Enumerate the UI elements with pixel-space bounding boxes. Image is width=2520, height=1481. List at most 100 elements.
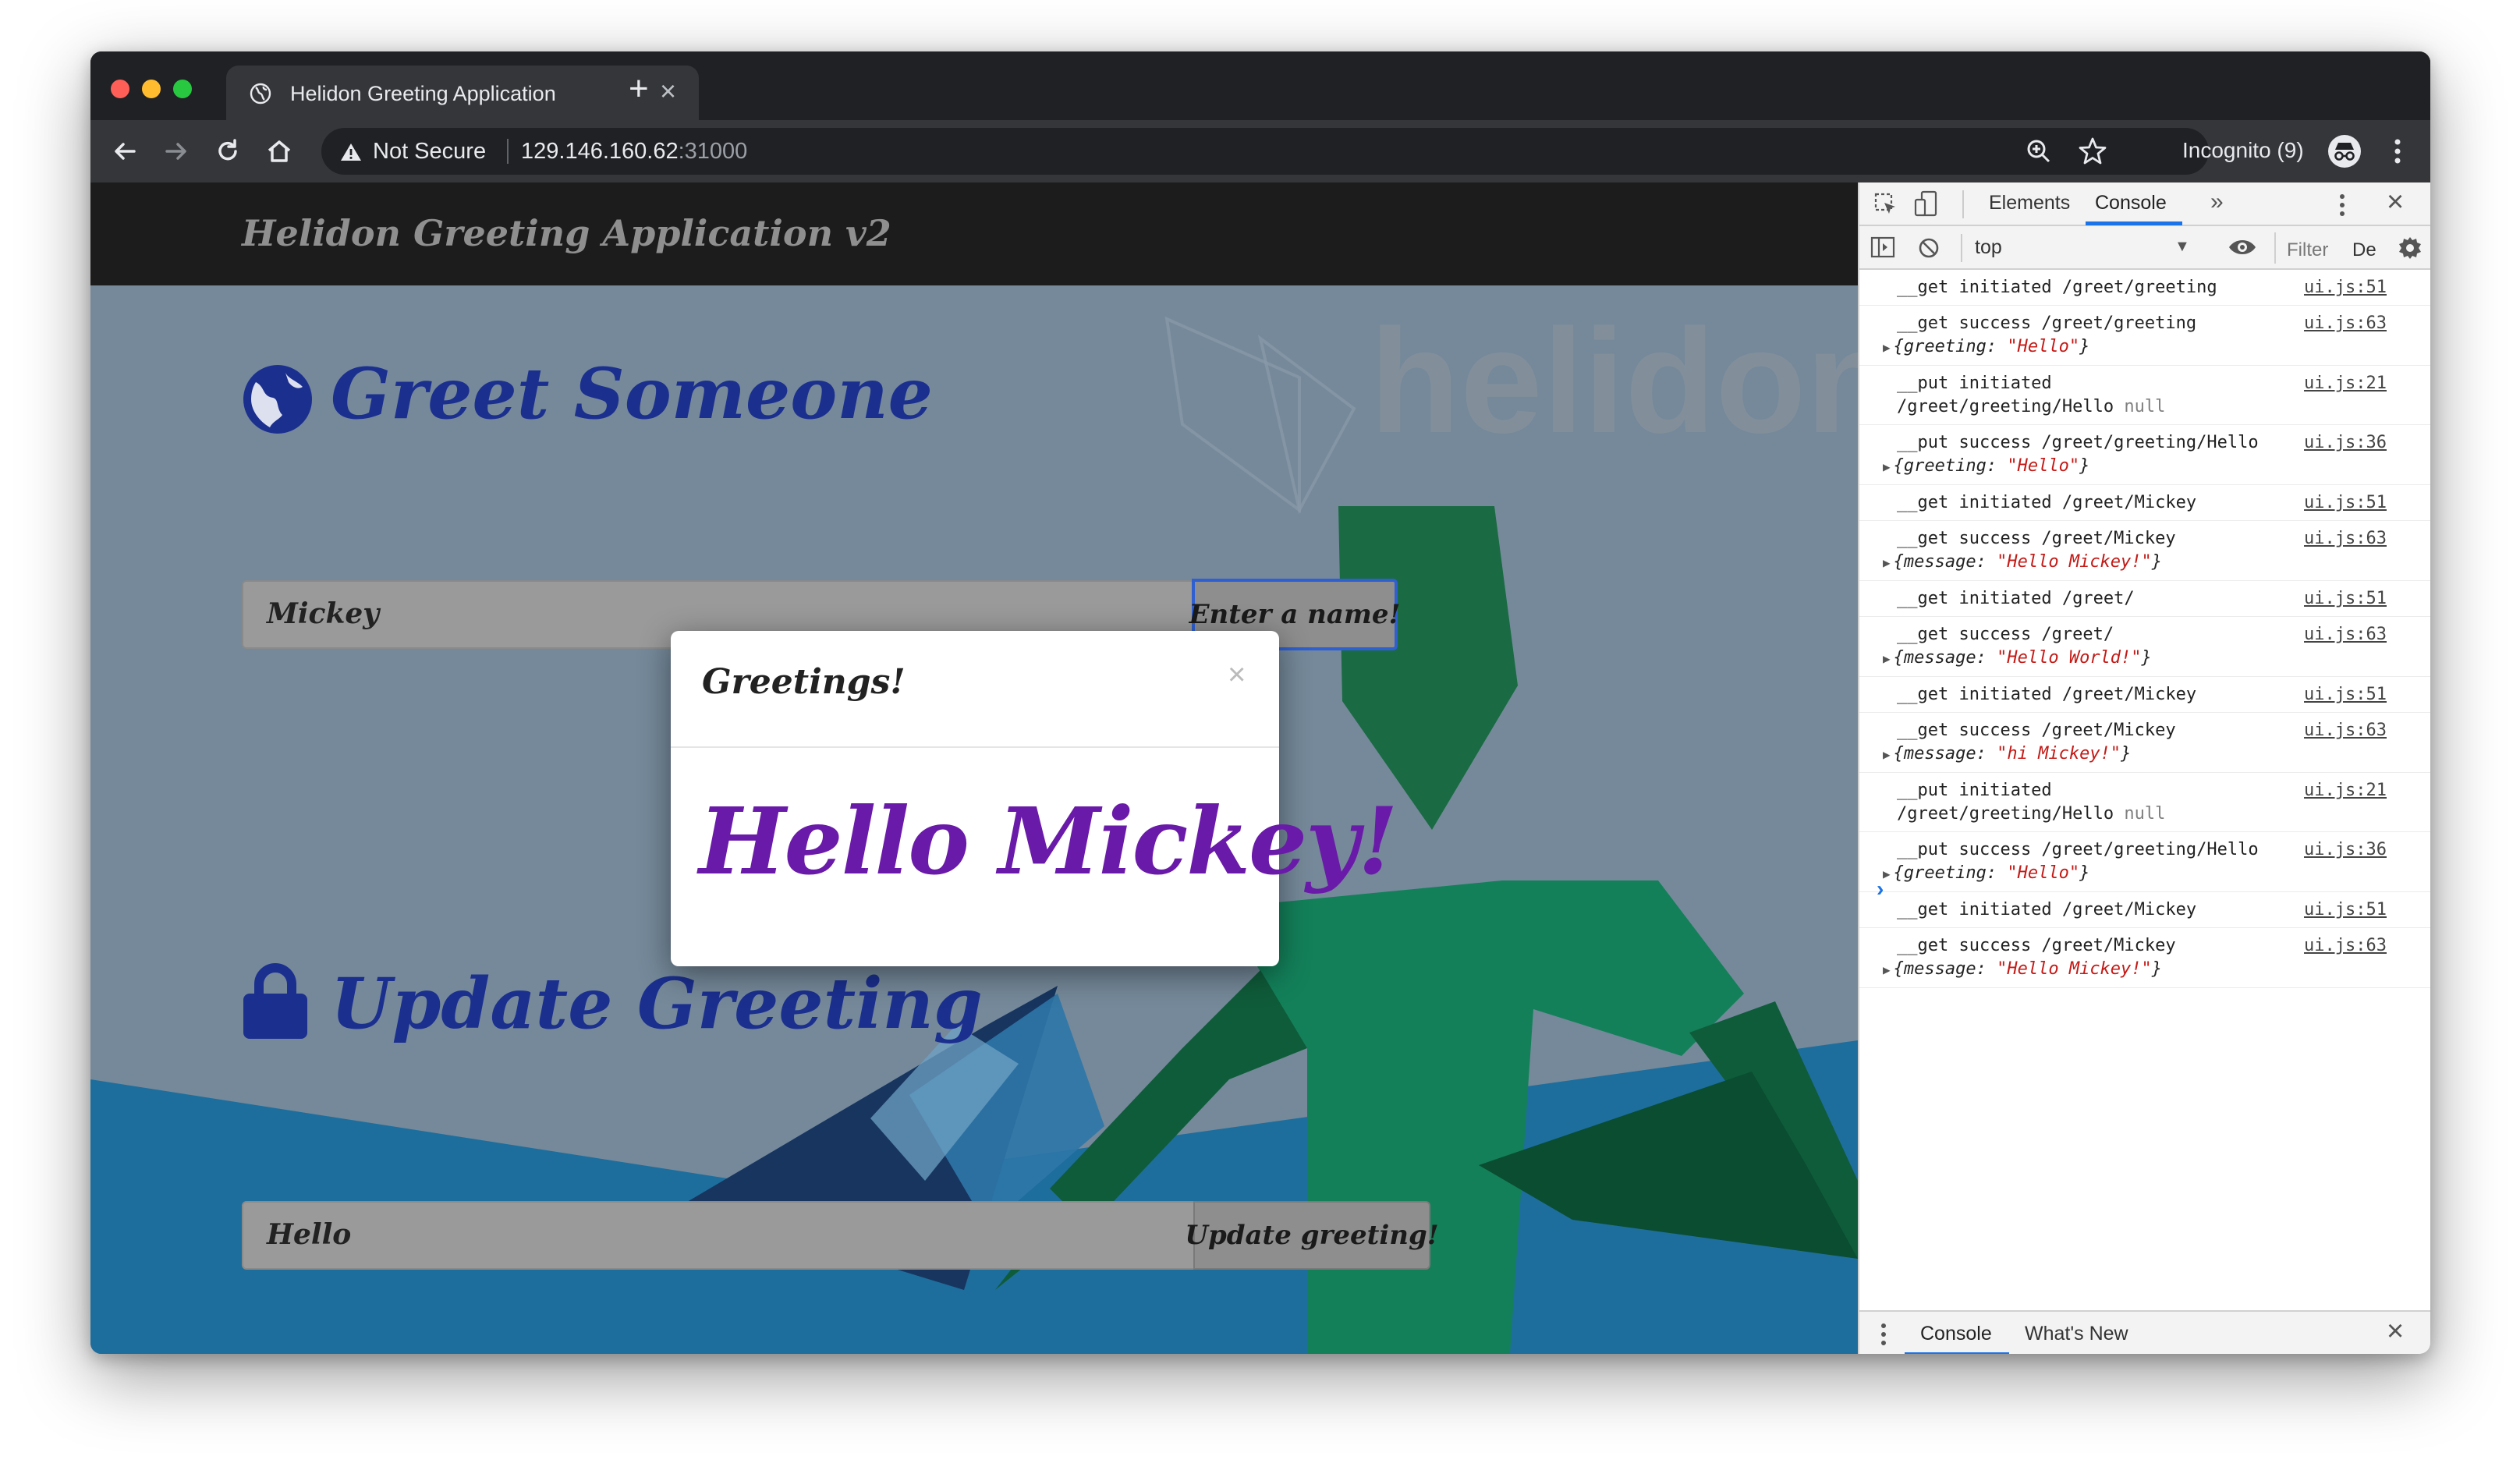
close-icon[interactable]: ×	[1228, 659, 1246, 690]
star-icon[interactable]	[2078, 136, 2107, 170]
object-key: message	[1903, 744, 1976, 764]
console-prompt[interactable]: ›	[1877, 877, 1884, 902]
log-source-link[interactable]: ui.js:63	[2304, 312, 2387, 335]
expand-triangle-icon[interactable]: ▶	[1883, 555, 1891, 570]
log-levels-selector[interactable]: De	[2352, 239, 2376, 261]
close-drawer-icon[interactable]: ×	[2387, 1316, 2404, 1346]
object-key: greeting	[1903, 456, 1987, 476]
warning-icon[interactable]	[340, 142, 362, 166]
chevron-down-icon[interactable]: ▼	[2174, 238, 2190, 256]
log-source-link[interactable]: ui.js:63	[2304, 527, 2387, 551]
drawer-menu-icon[interactable]	[1880, 1321, 1887, 1352]
null-value: null	[2124, 397, 2166, 416]
greet-heading: Greet Someone	[331, 353, 933, 435]
log-object[interactable]: ▶ {message: "Hello World!"}	[1883, 647, 2430, 671]
list-item: __put success /greet/greeting/Hello ▶ {gr…	[1859, 832, 2430, 892]
log-object[interactable]: ▶ {message: "Hello Mickey!"}	[1883, 958, 2430, 982]
tab-console[interactable]: Console	[2095, 192, 2167, 214]
modal-title: Greetings!	[702, 662, 906, 702]
tab-strip: Helidon Greeting Application × +	[90, 51, 2430, 120]
log-source-link[interactable]: ui.js:63	[2304, 934, 2387, 958]
helidon-watermark: helidon.	[1370, 299, 1858, 464]
log-source-link[interactable]: ui.js:63	[2304, 719, 2387, 742]
expand-triangle-icon[interactable]: ▶	[1883, 459, 1891, 474]
log-object[interactable]: ▶ {message: "Hello Mickey!"}	[1883, 551, 2430, 575]
modal-message: Hello Mickey!	[699, 787, 1398, 895]
log-source-link[interactable]: ui.js:36	[2304, 431, 2387, 455]
object-value: "Hello"	[2007, 337, 2080, 356]
expand-triangle-icon[interactable]: ▶	[1883, 747, 1891, 762]
device-toolbar-icon[interactable]	[1914, 190, 1939, 221]
context-selector[interactable]: top	[1975, 236, 2002, 259]
log-source-link[interactable]: ui.js:51	[2304, 491, 2387, 515]
log-source-link[interactable]: ui.js:36	[2304, 838, 2387, 862]
close-tab-icon[interactable]: ×	[660, 77, 676, 105]
log-message-continued: /greet/greeting/Hello null	[1897, 803, 2430, 826]
reload-icon[interactable]	[212, 136, 243, 171]
expand-triangle-icon[interactable]: ▶	[1883, 651, 1891, 666]
home-icon[interactable]	[264, 136, 295, 171]
log-object[interactable]: ▶ {message: "hi Mickey!"}	[1883, 742, 2430, 767]
tab-title: Helidon Greeting Application	[290, 82, 556, 105]
forward-icon[interactable]	[161, 136, 192, 171]
log-source-link[interactable]: ui.js:51	[2304, 587, 2387, 611]
greeting-input[interactable]: Hello	[242, 1201, 1195, 1270]
list-item: __get initiated /greet/Mickey ui.js:51	[1859, 485, 2430, 521]
more-tabs-icon[interactable]: »	[2210, 189, 2224, 215]
log-source-link[interactable]: ui.js:63	[2304, 623, 2387, 647]
more-vert-icon[interactable]	[2391, 136, 2404, 171]
back-icon[interactable]	[109, 136, 140, 171]
log-source-link[interactable]: ui.js:51	[2304, 898, 2387, 922]
list-item: __get initiated /greet/Mickey ui.js:51	[1859, 892, 2430, 928]
active-tab-indicator	[2086, 221, 2182, 225]
sidebar-toggle-icon[interactable]	[1870, 236, 1895, 263]
tab-elements[interactable]: Elements	[1989, 192, 2070, 214]
inspect-element-icon[interactable]	[1873, 192, 1898, 221]
log-source-link[interactable]: ui.js:51	[2304, 683, 2387, 707]
incognito-icon[interactable]	[2327, 134, 2362, 172]
log-source-link[interactable]: ui.js:51	[2304, 276, 2387, 299]
zoom-icon[interactable]	[2025, 137, 2053, 169]
minimize-window-button[interactable]	[142, 80, 161, 98]
drawer-tab-whats-new[interactable]: What's New	[2025, 1323, 2128, 1345]
incognito-label[interactable]: Incognito (9)	[2182, 138, 2304, 163]
log-source-link[interactable]: ui.js:21	[2304, 779, 2387, 803]
toolbar-divider	[1962, 190, 1964, 218]
new-tab-icon[interactable]: +	[629, 72, 649, 106]
drawer-tab-console[interactable]: Console	[1920, 1323, 1992, 1345]
navbar-brand[interactable]: Helidon Greeting Application v2	[242, 212, 891, 254]
list-item: __put initiated /greet/greeting/Hello nu…	[1859, 773, 2430, 832]
log-path: /greet/greeting/Hello	[1897, 397, 2114, 416]
devtools-menu-icon[interactable]	[2338, 192, 2346, 222]
close-window-button[interactable]	[111, 80, 129, 98]
expand-triangle-icon[interactable]: ▶	[1883, 340, 1891, 355]
modal-divider	[671, 746, 1279, 748]
close-devtools-icon[interactable]: ×	[2387, 187, 2404, 217]
log-object[interactable]: ▶ {greeting: "Hello"}	[1883, 335, 2430, 360]
log-object[interactable]: ▶ {greeting: "Hello"}	[1883, 455, 2430, 479]
list-item: __get success /greet/greeting ▶ {greeting…	[1859, 306, 2430, 366]
toolbar-divider	[1961, 234, 1962, 262]
url-text[interactable]: 129.146.160.62:31000	[521, 139, 747, 165]
eye-icon[interactable]	[2228, 237, 2257, 261]
gear-icon[interactable]	[2398, 236, 2423, 264]
list-item: __get success /greet/ ▶ {message: "Hello …	[1859, 617, 2430, 677]
log-path: /greet/greeting/Hello	[1897, 804, 2114, 824]
browser-toolbar: Not Secure 129.146.160.62:31000 Incognit…	[90, 120, 2430, 182]
expand-triangle-icon[interactable]: ▶	[1883, 962, 1891, 977]
security-label[interactable]: Not Secure	[373, 139, 486, 165]
console-filter-input[interactable]: Filter De	[2274, 232, 2391, 264]
expand-triangle-icon[interactable]: ▶	[1883, 866, 1891, 881]
log-object[interactable]: ▶ {greeting: "Hello"}	[1883, 862, 2430, 886]
log-source-link[interactable]: ui.js:21	[2304, 372, 2387, 395]
update-greeting-button[interactable]: Update greeting!	[1185, 1201, 1439, 1270]
greeting-input-value: Hello	[267, 1218, 352, 1251]
object-value: "Hello Mickey!"	[1997, 959, 2152, 979]
update-heading: Update Greeting	[331, 962, 983, 1045]
clear-console-icon[interactable]	[1917, 236, 1941, 264]
address-bar[interactable]: Not Secure 129.146.160.62:31000	[321, 128, 2209, 175]
maximize-window-button[interactable]	[173, 80, 192, 98]
url-host: 129.146.160.62	[521, 139, 679, 164]
list-item: __get success /greet/Mickey ▶ {message: "…	[1859, 928, 2430, 988]
url-divider	[507, 139, 509, 164]
